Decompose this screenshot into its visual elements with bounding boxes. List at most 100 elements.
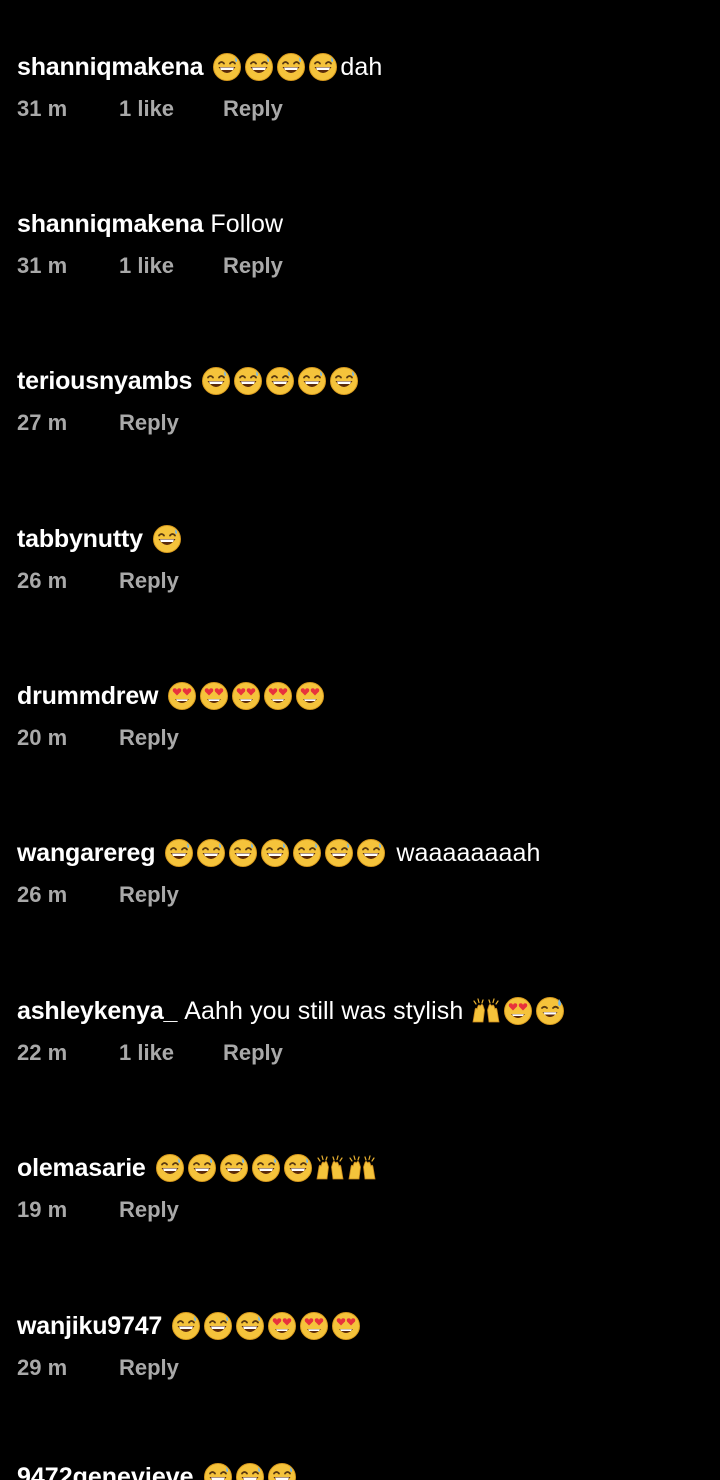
- comment-meta: 29 m Reply: [17, 1353, 179, 1383]
- comment-line: teriousnyambs: [17, 364, 361, 398]
- comment-item: shanniqmakena dah 31 m 1 like Reply: [17, 50, 707, 160]
- grin-sweat-emoji-icon: [152, 524, 182, 554]
- comment-time: 29 m: [17, 1355, 68, 1380]
- comment-item: tabbynutty 26 m Reply: [17, 522, 707, 632]
- comment-likes[interactable]: 1 like: [119, 96, 223, 122]
- comment-text: waaaaaaaah: [396, 839, 541, 867]
- comment-meta: 31 m 1 like Reply: [17, 251, 283, 281]
- comment-item: shanniqmakena Follow 31 m 1 like Reply: [17, 207, 707, 317]
- reply-button[interactable]: Reply: [223, 1040, 283, 1066]
- comment-emojis: [155, 1153, 379, 1183]
- comment-time: 22 m: [17, 1040, 68, 1065]
- heart-eyes-emoji-icon: [167, 681, 197, 711]
- comment-meta: 26 m Reply: [17, 880, 179, 910]
- comments-list[interactable]: shanniqmakena dah 31 m 1 like Reply shan…: [0, 0, 720, 1480]
- sweat-smile-emoji-icon: [535, 996, 565, 1026]
- raised-hands-emoji-icon: [347, 1153, 377, 1183]
- comment-likes[interactable]: 1 like: [119, 253, 223, 279]
- grin-sweat-emoji-icon: [329, 366, 359, 396]
- reply-button[interactable]: Reply: [119, 882, 179, 908]
- comment-text: dah: [340, 53, 383, 81]
- comment-time: 27 m: [17, 410, 68, 435]
- comment-meta: 26 m Reply: [17, 566, 179, 596]
- comment-item: olemasarie 19 m Reply: [17, 1151, 707, 1261]
- comment-item: ashleykenya_ Aahh you still was stylish …: [17, 994, 707, 1104]
- comment-username[interactable]: ashleykenya_: [17, 994, 177, 1028]
- comment-emojis: [203, 1462, 299, 1480]
- comment-time: 26 m: [17, 568, 68, 593]
- comment-line: wangarereg waaaaaaaah: [17, 836, 541, 870]
- comment-emojis: [201, 366, 361, 396]
- reply-button[interactable]: Reply: [119, 725, 179, 751]
- grin-sweat-emoji-icon: [228, 838, 258, 868]
- grin-sweat-emoji-icon: [244, 52, 274, 82]
- comment-username[interactable]: tabbynutty: [17, 522, 143, 556]
- comment-emojis: [471, 996, 567, 1026]
- heart-eyes-emoji-icon: [295, 681, 325, 711]
- heart-eyes-emoji-icon: [299, 1311, 329, 1341]
- grin-sweat-emoji-icon: [292, 838, 322, 868]
- comment-line: shanniqmakena dah: [17, 50, 382, 84]
- grin-sweat-emoji-icon: [235, 1311, 265, 1341]
- heart-eyes-emoji-icon: [199, 681, 229, 711]
- comment-item: wangarereg waaaaaaaah 26 m Reply: [17, 836, 707, 946]
- grin-sweat-emoji-icon: [308, 52, 338, 82]
- comment-item-partial: 9472genevieve: [17, 1460, 299, 1480]
- comment-emojis: [152, 524, 184, 554]
- comment-username[interactable]: shanniqmakena: [17, 207, 204, 241]
- comment-meta: 31 m 1 like Reply: [17, 94, 283, 124]
- reply-button[interactable]: Reply: [223, 96, 283, 122]
- grin-sweat-emoji-icon: [297, 366, 327, 396]
- grin-sweat-emoji-icon: [201, 366, 231, 396]
- grin-sweat-emoji-icon: [267, 1462, 297, 1480]
- comment-line: ashleykenya_ Aahh you still was stylish: [17, 994, 567, 1028]
- comment-text: Aahh you still was stylish: [184, 997, 464, 1025]
- comment-username[interactable]: wanjiku9747: [17, 1309, 162, 1343]
- comment-emojis: [171, 1311, 363, 1341]
- comment-username[interactable]: wangarereg: [17, 836, 156, 870]
- comment-username[interactable]: shanniqmakena: [17, 50, 204, 84]
- grin-sweat-emoji-icon: [324, 838, 354, 868]
- comment-line: shanniqmakena Follow: [17, 207, 283, 241]
- grin-sweat-emoji-icon: [265, 366, 295, 396]
- comment-username[interactable]: 9472genevieve: [17, 1460, 194, 1480]
- comment-meta: 27 m Reply: [17, 408, 179, 438]
- comment-time: 26 m: [17, 882, 68, 907]
- comment-meta: 22 m 1 like Reply: [17, 1038, 283, 1068]
- grin-sweat-emoji-icon: [155, 1153, 185, 1183]
- comment-item: drummdrew 20 m Reply: [17, 679, 707, 789]
- comment-time: 31 m: [17, 96, 68, 121]
- comment-time: 31 m: [17, 253, 68, 278]
- reply-button[interactable]: Reply: [119, 1355, 179, 1381]
- heart-eyes-emoji-icon: [263, 681, 293, 711]
- reply-button[interactable]: Reply: [119, 568, 179, 594]
- heart-eyes-emoji-icon: [231, 681, 261, 711]
- comment-item: teriousnyambs 27 m Reply: [17, 364, 707, 474]
- comment-username[interactable]: olemasarie: [17, 1151, 146, 1185]
- comment-text: Follow: [210, 210, 284, 238]
- raised-hands-emoji-icon: [315, 1153, 345, 1183]
- comment-username[interactable]: drummdrew: [17, 679, 158, 713]
- grin-sweat-emoji-icon: [187, 1153, 217, 1183]
- grin-sweat-emoji-icon: [276, 52, 306, 82]
- comment-username[interactable]: teriousnyambs: [17, 364, 192, 398]
- grin-sweat-emoji-icon: [219, 1153, 249, 1183]
- reply-button[interactable]: Reply: [223, 253, 283, 279]
- reply-button[interactable]: Reply: [119, 1197, 179, 1223]
- comment-line: wanjiku9747: [17, 1309, 363, 1343]
- grin-sweat-emoji-icon: [164, 838, 194, 868]
- comment-emojis: [167, 681, 327, 711]
- reply-button[interactable]: Reply: [119, 410, 179, 436]
- grin-sweat-emoji-icon: [356, 838, 386, 868]
- comment-line: olemasarie: [17, 1151, 379, 1185]
- grin-sweat-emoji-icon: [283, 1153, 313, 1183]
- grin-sweat-emoji-icon: [203, 1462, 233, 1480]
- comment-time: 19 m: [17, 1197, 68, 1222]
- comment-emojis: [164, 838, 388, 868]
- grin-sweat-emoji-icon: [203, 1311, 233, 1341]
- comment-likes[interactable]: 1 like: [119, 1040, 223, 1066]
- heart-eyes-emoji-icon: [331, 1311, 361, 1341]
- grin-sweat-emoji-icon: [251, 1153, 281, 1183]
- grin-sweat-emoji-icon: [196, 838, 226, 868]
- comment-emojis: [212, 52, 340, 82]
